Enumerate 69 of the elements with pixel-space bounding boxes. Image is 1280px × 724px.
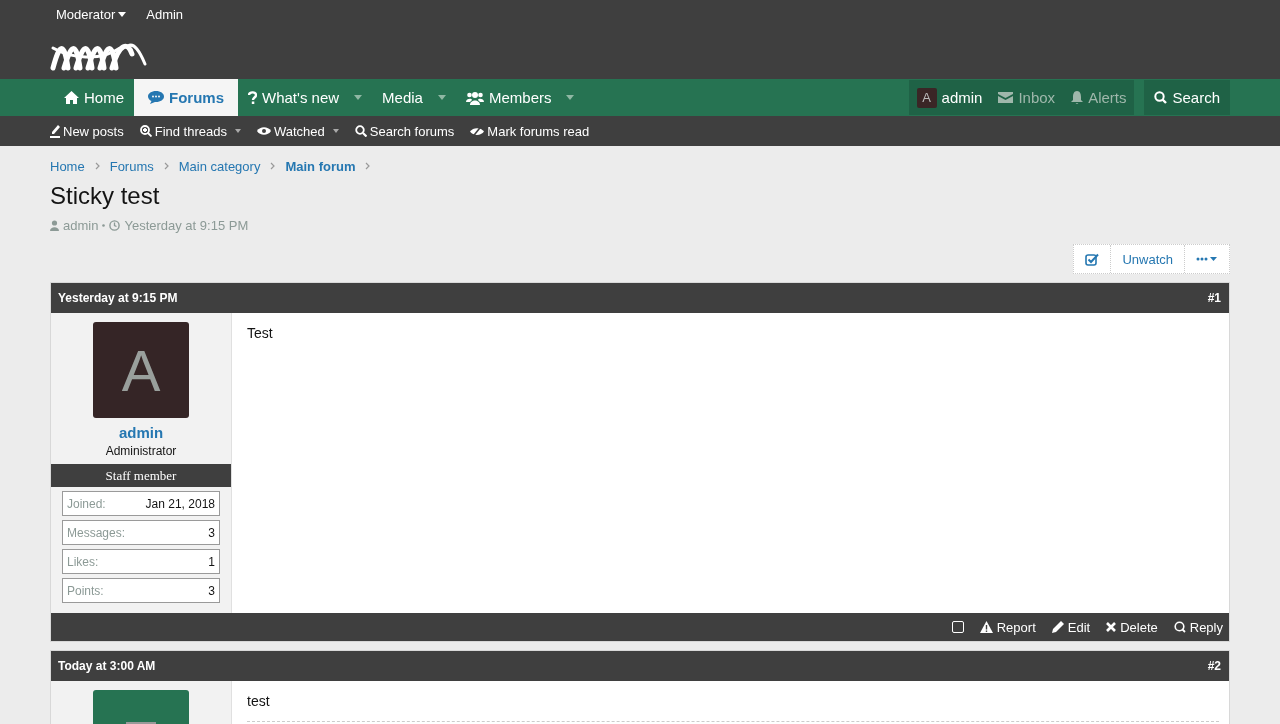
breadcrumb-link[interactable]: Forums [109,158,154,174]
post-number: #2 [1207,659,1221,673]
pencil-icon [1051,621,1064,633]
user-icon [50,220,59,231]
subnav-link[interactable]: Find threads [139,123,241,139]
chevron-icon [270,162,276,170]
stat-value: 3 [208,525,215,540]
breadcrumb-link[interactable]: Main forum [285,158,356,174]
home-icon [64,91,79,104]
subnav-link[interactable]: Mark forums read [470,123,590,139]
post-message: test [247,693,1219,722]
inbox-link[interactable]: Inbox [990,80,1064,115]
clock-icon [109,220,121,231]
stat-value: 1 [208,554,215,569]
checked-box-icon [1085,252,1100,266]
subnav-link[interactable]: Watched [256,123,339,139]
nav-tab[interactable]: Forums [134,79,239,116]
stat-label: Messages: [67,525,126,540]
nav-tab[interactable]: Home [54,79,134,116]
warning-icon [979,621,993,633]
post-action-link[interactable]: Edit [1051,619,1091,635]
bell-icon [1071,91,1084,104]
stat-value: Jan 21, 2018 [145,496,215,511]
stat-label: Likes: [67,554,99,569]
separator-dot [102,224,106,227]
eye-icon [256,126,271,136]
top-link[interactable]: Moderator [56,7,127,22]
avatar: A [93,322,189,418]
alerts-link[interactable]: Alerts [1063,80,1135,115]
eye-slash-icon [470,125,485,137]
users-icon [465,90,484,105]
account-link[interactable]: A admin [908,80,991,115]
post-action-link[interactable]: Report [979,619,1036,635]
post-number: #1 [1207,291,1221,305]
subnav-link[interactable]: Search forums [354,123,455,139]
post-date: Today at 3:00 AM [58,659,156,673]
close-icon [1106,622,1117,632]
nav-tab[interactable]: Media [372,79,456,116]
checkbox[interactable] [951,621,964,633]
avatar-icon: A [916,87,937,108]
pen-icon [50,124,60,138]
post-date: Yesterday at 9:15 PM [58,291,178,305]
chevron-icon [94,162,100,170]
nav-tab[interactable]: Members [455,79,585,116]
username-link[interactable]: admin [118,424,164,441]
more-menu-icon [1196,256,1218,262]
speech-bubble-icon [148,91,164,104]
chevron-icon [163,162,169,170]
top-link[interactable]: Admin [146,7,184,22]
user-title: Administrator [105,444,177,458]
staff-banner: Staff member [51,464,231,487]
zoom-in-icon [139,125,152,137]
subnav-link[interactable]: New posts [50,123,124,139]
stat-value: 3 [208,583,215,598]
envelope-icon [998,92,1014,103]
stat-label: Joined: [67,496,106,511]
thread-title: Sticky test [50,182,161,210]
search-icon [1154,91,1168,104]
stat-label: Points: [67,583,104,598]
breadcrumb-link[interactable]: Main category [178,158,261,174]
search-button[interactable]: Search [1144,80,1230,115]
question-mark-icon [248,91,258,104]
search-icon [354,125,367,137]
chevron-icon [365,162,371,170]
nav-tab[interactable]: What's new [238,79,373,116]
post-message: Test [247,325,274,343]
post-action-link[interactable]: Delete [1106,619,1158,635]
breadcrumb-link[interactable]: Home [50,158,85,174]
post-action-link[interactable]: Reply [1173,619,1223,635]
